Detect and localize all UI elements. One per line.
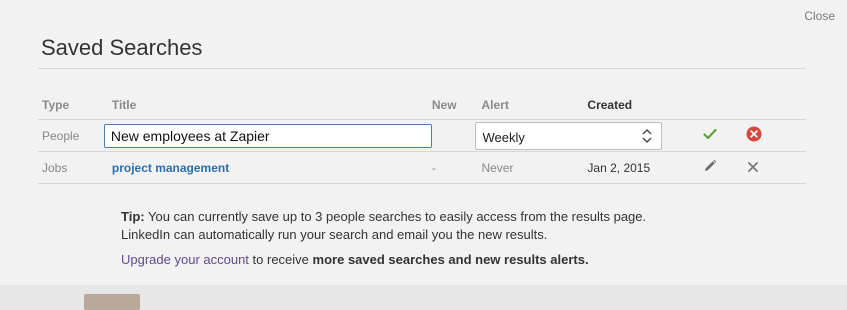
table-header-row: Type Title New Alert Created	[38, 91, 806, 120]
alert-frequency-select[interactable]: Weekly	[475, 121, 663, 150]
header-action-primary	[687, 91, 736, 120]
tip-text: Tip: You can currently save up to 3 peop…	[121, 208, 741, 244]
table-row: Jobs project management - Never Jan 2, 2…	[38, 151, 806, 184]
header-action-secondary	[735, 91, 806, 120]
row-type: Jobs	[38, 151, 112, 184]
row-type: People	[38, 119, 112, 152]
tip-line-2: LinkedIn can automatically run your sear…	[121, 227, 548, 242]
tip-line-1: You can currently save up to 3 people se…	[147, 209, 647, 224]
delete-x-icon[interactable]	[747, 161, 758, 175]
alert-selected-value: Weekly	[482, 129, 525, 145]
background-thumbnail	[84, 294, 140, 310]
dialog-title: Saved Searches	[41, 35, 203, 60]
title-divider	[38, 68, 806, 69]
upgrade-middle-text: to receive	[252, 252, 309, 267]
row-action-secondary-cell	[735, 151, 806, 184]
tip-label: Tip:	[121, 209, 145, 224]
row-title-cell	[103, 119, 432, 152]
table-row-editing: People Weekly	[38, 119, 806, 152]
close-button[interactable]: Close	[804, 9, 835, 23]
saved-searches-dialog: Close Saved Searches Type Title New Aler…	[0, 0, 847, 285]
saved-searches-table: Type Title New Alert Created People Week…	[38, 91, 806, 184]
upgrade-message: Upgrade your account to receive more sav…	[121, 252, 589, 267]
header-new: New	[431, 91, 482, 120]
row-action-secondary-cell	[735, 119, 806, 152]
select-updown-icon	[642, 128, 652, 143]
header-alert: Alert	[481, 91, 588, 120]
cancel-circle-x-icon[interactable]	[746, 126, 762, 145]
row-action-primary-cell	[687, 151, 736, 184]
row-title-cell: project management	[111, 151, 432, 184]
confirm-check-icon[interactable]	[703, 128, 717, 143]
header-created: Created	[587, 91, 688, 120]
row-created: Jan 2, 2015	[587, 151, 688, 184]
upgrade-benefit-text: more saved searches and new results aler…	[312, 252, 589, 267]
saved-search-link[interactable]: project management	[112, 161, 229, 175]
row-alert: Never	[481, 151, 588, 184]
created-date: Jan 2, 2015	[587, 160, 651, 175]
header-title: Title	[111, 91, 432, 120]
row-new	[431, 119, 482, 152]
upgrade-account-link[interactable]: Upgrade your account	[121, 252, 249, 267]
header-type: Type	[38, 91, 112, 120]
row-new: -	[431, 151, 482, 184]
row-alert-cell: Weekly	[475, 119, 688, 152]
edit-pencil-icon[interactable]	[703, 159, 717, 176]
row-action-primary-cell	[687, 119, 736, 152]
search-title-input[interactable]	[103, 123, 432, 148]
